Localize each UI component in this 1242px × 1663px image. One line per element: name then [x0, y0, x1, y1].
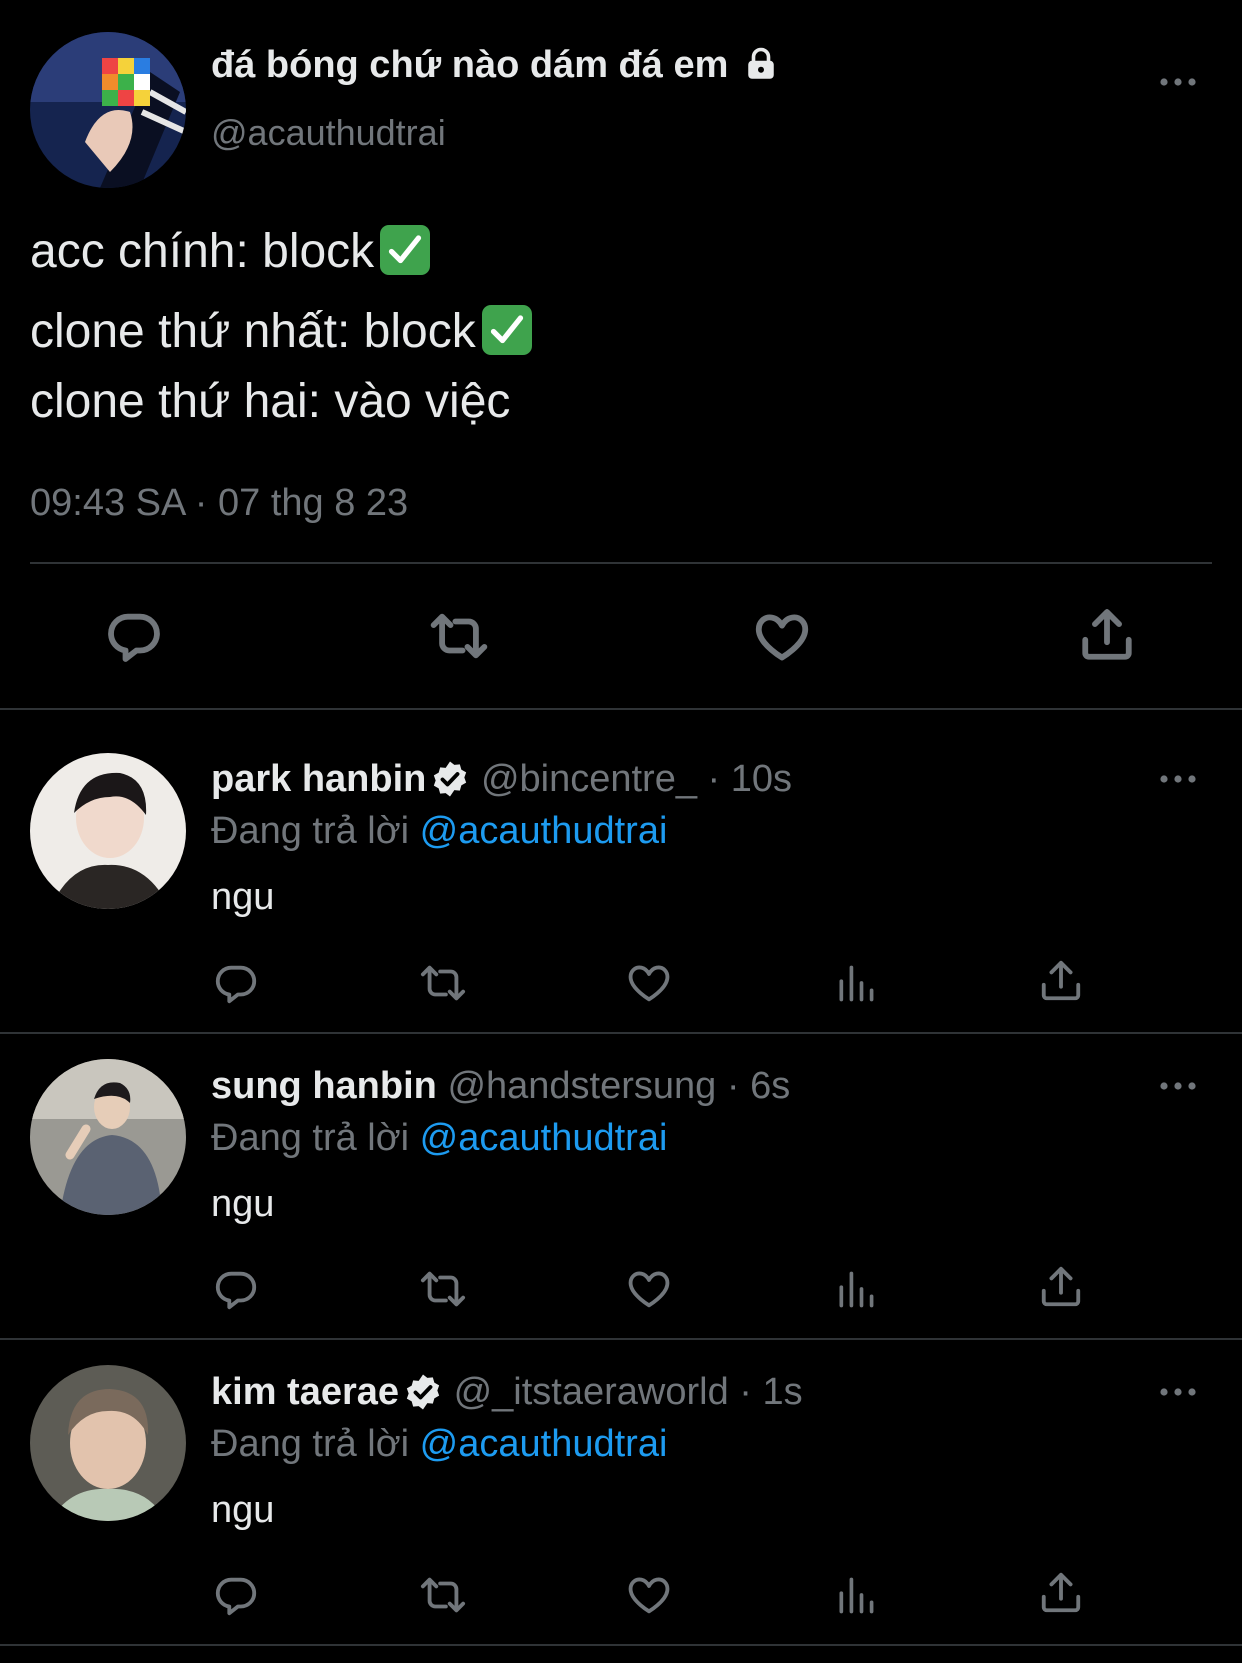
replying-to-link[interactable]: @acauthudtrai — [420, 810, 668, 852]
reply-author-handle[interactable]: @_itstaeraworld — [454, 1371, 729, 1413]
reply-icon[interactable] — [213, 1572, 259, 1618]
author-handle[interactable]: @acauthudtrai — [211, 112, 446, 154]
reply-author-handle[interactable]: @bincentre_ — [481, 758, 697, 800]
retweet-icon[interactable] — [418, 1572, 468, 1618]
divider — [0, 1032, 1242, 1034]
like-icon[interactable] — [626, 960, 672, 1006]
tweet-timestamp[interactable]: 09:43 SA · 07 thg 8 23 — [30, 482, 408, 525]
tweet-line: acc chính: block — [30, 224, 532, 304]
reply-author-handle[interactable]: @handstersung — [447, 1065, 716, 1107]
tweet-text: acc chính: block clone thứ nhất: block c… — [30, 224, 532, 429]
check-mark-emoji — [380, 225, 431, 275]
like-icon[interactable] — [626, 1572, 672, 1618]
more-options-icon[interactable] — [1158, 72, 1198, 92]
replying-prefix: Đang trả lời — [211, 1117, 410, 1159]
verified-badge-icon — [430, 759, 470, 799]
reply-author-name[interactable]: park hanbin — [211, 758, 426, 800]
reply-avatar[interactable] — [30, 753, 186, 909]
reply-time[interactable]: · 1s — [739, 1371, 802, 1413]
reply-header: sung hanbin @handstersung · 6s — [211, 1065, 790, 1108]
views-icon[interactable] — [834, 960, 878, 1006]
share-icon[interactable] — [1078, 606, 1136, 664]
reply-icon[interactable] — [213, 960, 259, 1006]
reply-text: ngu — [211, 1489, 275, 1531]
divider — [0, 708, 1242, 710]
replying-prefix: Đang trả lời — [211, 1423, 410, 1465]
divider — [0, 1338, 1242, 1340]
divider — [0, 1644, 1242, 1646]
author-display-name[interactable]: đá bóng chứ nào dám đá em — [211, 44, 779, 87]
reply-text: ngu — [211, 876, 275, 918]
share-icon[interactable] — [1038, 958, 1084, 1004]
reply-icon[interactable] — [213, 1266, 259, 1312]
views-icon[interactable] — [834, 1572, 878, 1618]
reply-text: ngu — [211, 1183, 275, 1225]
reply-time[interactable]: · 10s — [708, 758, 792, 800]
tweet-line-text: clone thứ nhất: block — [30, 305, 476, 358]
tweet-line-text: clone thứ hai: vào việc — [30, 375, 511, 428]
retweet-icon[interactable] — [418, 1266, 468, 1312]
replying-to: Đang trả lời @acauthudtrai — [211, 1423, 667, 1466]
retweet-icon[interactable] — [426, 607, 492, 665]
divider — [30, 562, 1212, 564]
more-options-icon[interactable] — [1158, 1076, 1198, 1096]
like-icon[interactable] — [626, 1266, 672, 1312]
tweet-line-text: acc chính: block — [30, 225, 375, 278]
share-icon[interactable] — [1038, 1264, 1084, 1310]
display-name-text[interactable]: đá bóng chứ nào dám đá em — [211, 44, 728, 86]
replying-to: Đang trả lời @acauthudtrai — [211, 1117, 667, 1160]
author-avatar[interactable] — [30, 32, 186, 188]
views-icon[interactable] — [834, 1266, 878, 1312]
replying-to-link[interactable]: @acauthudtrai — [420, 1423, 668, 1465]
more-options-icon[interactable] — [1158, 769, 1198, 789]
more-options-icon[interactable] — [1158, 1382, 1198, 1402]
check-mark-emoji — [481, 305, 532, 355]
replying-to: Đang trả lời @acauthudtrai — [211, 810, 667, 853]
reply-header: kim taerae @_itstaeraworld · 1s — [211, 1371, 803, 1414]
reply-icon[interactable] — [105, 607, 163, 665]
reply-author-name[interactable]: sung hanbin — [211, 1065, 437, 1107]
lock-icon — [743, 45, 779, 81]
reply-avatar[interactable] — [30, 1365, 186, 1521]
reply-author-name[interactable]: kim taerae — [211, 1371, 399, 1413]
reply-avatar[interactable] — [30, 1059, 186, 1215]
replying-prefix: Đang trả lời — [211, 810, 410, 852]
tweet-line: clone thứ hai: vào việc — [30, 374, 532, 429]
like-icon[interactable] — [753, 608, 811, 666]
retweet-icon[interactable] — [418, 960, 468, 1006]
reply-time[interactable]: · 6s — [727, 1065, 790, 1107]
verified-badge-icon — [403, 1372, 443, 1412]
share-icon[interactable] — [1038, 1570, 1084, 1616]
reply-header: park hanbin @bincentre_ · 10s — [211, 758, 792, 801]
tweet-line: clone thứ nhất: block — [30, 304, 532, 374]
replying-to-link[interactable]: @acauthudtrai — [420, 1117, 668, 1159]
